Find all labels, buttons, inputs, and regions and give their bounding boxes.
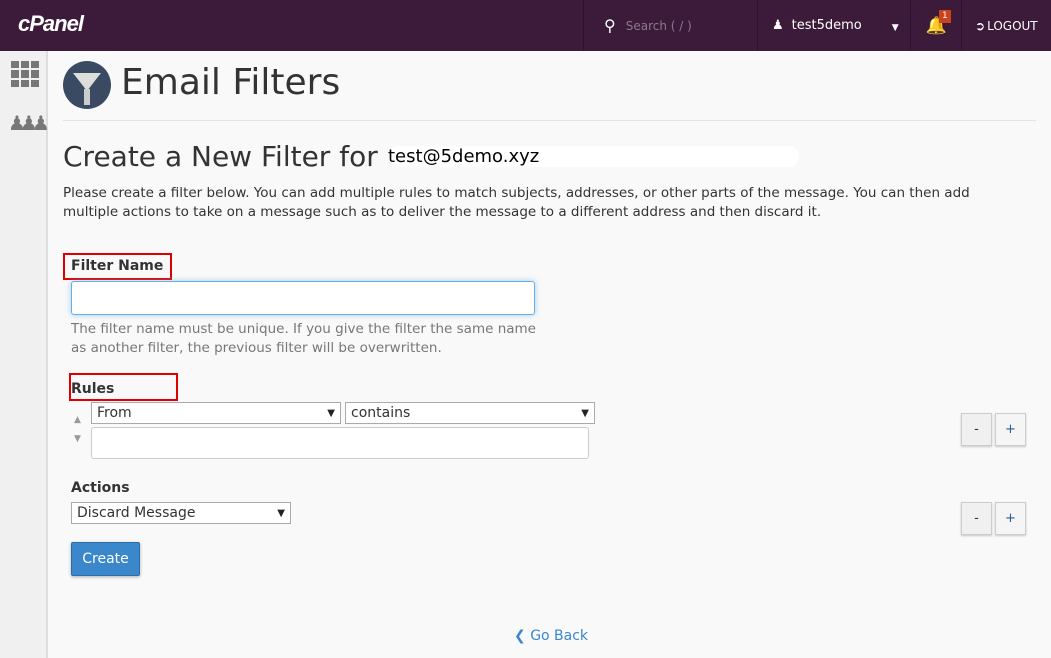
move-up-icon[interactable]: ▲ [74, 415, 81, 425]
section-title: Create a New Filter for [63, 140, 378, 173]
username: test5demo [792, 18, 862, 33]
apps-grid-icon[interactable] [11, 61, 39, 87]
rule-value-input[interactable] [91, 427, 589, 459]
move-down-icon[interactable]: ▼ [74, 434, 81, 444]
notification-badge: 1 [939, 10, 951, 23]
logout-button[interactable]: ➲ LOGOUT [961, 0, 1051, 51]
rule-operator-select[interactable]: contains [345, 402, 595, 424]
page-title: Email Filters [121, 62, 340, 103]
actions-label: Actions [71, 480, 130, 496]
sidebar: ♟♟♟ [0, 51, 48, 658]
cpanel-logo[interactable]: cPanel [18, 11, 83, 37]
filter-name-input[interactable] [71, 281, 535, 315]
remove-rule-button[interactable]: - [961, 413, 992, 446]
user-icon: ♟ [772, 18, 784, 33]
email-filters-icon [63, 61, 111, 109]
filter-name-label: Filter Name [71, 258, 163, 274]
users-icon[interactable]: ♟♟♟ [8, 111, 44, 135]
go-back-link[interactable]: ❮ Go Back [514, 628, 588, 644]
rule-field-select[interactable]: From [91, 402, 341, 424]
divider [63, 120, 1036, 121]
top-header: cPanel ⚲ Search ( / ) ♟ test5demo ▼ 🔔 1 … [0, 0, 1051, 51]
action-select[interactable]: Discard Message [71, 502, 291, 524]
filter-name-help: The filter name must be unique. If you g… [71, 320, 551, 358]
remove-action-button[interactable]: - [961, 502, 992, 535]
notifications-button[interactable]: 🔔 1 [910, 0, 962, 51]
add-action-button[interactable]: + [995, 502, 1026, 535]
account-email: test@5demo.xyz [388, 146, 799, 167]
chevron-down-icon: ▼ [892, 23, 899, 33]
add-rule-button[interactable]: + [995, 413, 1026, 446]
back-arrow-icon: ❮ [514, 628, 526, 644]
search-box[interactable]: ⚲ Search ( / ) [583, 0, 758, 51]
search-icon: ⚲ [604, 16, 616, 35]
create-button[interactable]: Create [71, 542, 140, 576]
rules-label: Rules [71, 381, 114, 397]
logout-icon: ➲ [975, 19, 985, 33]
search-input[interactable]: Search ( / ) [626, 19, 692, 33]
intro-text: Please create a filter below. You can ad… [63, 184, 1023, 222]
user-menu[interactable]: ♟ test5demo ▼ [757, 0, 911, 51]
